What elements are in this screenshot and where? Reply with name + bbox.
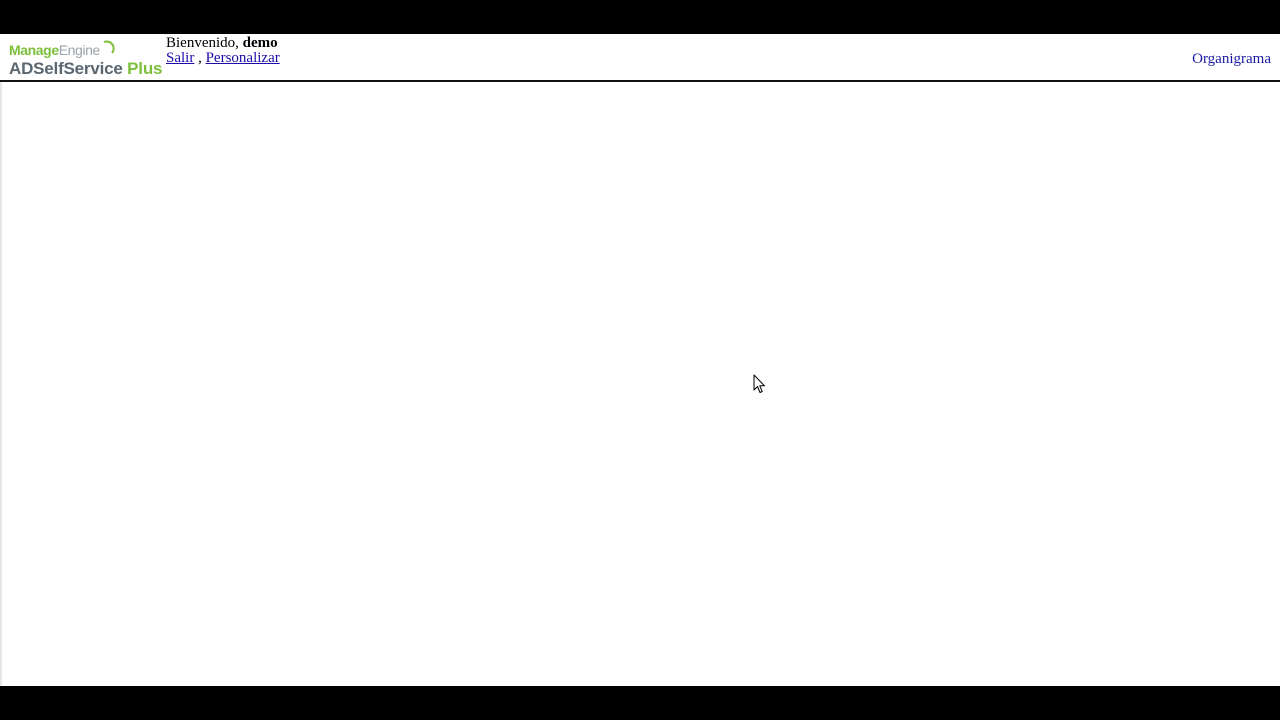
logo-product-text: ADSelfService Plus [9, 59, 162, 79]
logo-brand-text: ManageEngine [9, 42, 100, 58]
page-header: ManageEngine ADSelfService Plus Bienveni… [0, 34, 1280, 82]
logo-brand-part2: Engine [58, 42, 101, 58]
letterbox-bottom [0, 686, 1280, 720]
browser-viewport: ManageEngine ADSelfService Plus Bienveni… [0, 34, 1280, 686]
logo-brand-part1: Manage [9, 42, 59, 58]
logo-product-part2: Plus [127, 59, 163, 78]
mouse-pointer-icon [753, 374, 765, 393]
logo-product-part1: ADSelfService [9, 59, 123, 78]
user-links: Salir , Personalizar [166, 50, 280, 66]
logout-link[interactable]: Salir [166, 50, 194, 66]
welcome-message: Bienvenido, demo [166, 36, 278, 51]
logo-arc-icon [103, 40, 115, 54]
welcome-prefix: Bienvenido, [166, 35, 239, 51]
content-left-edge [0, 82, 2, 686]
letterbox-top [0, 0, 1280, 34]
manageengine-adselfservice-logo[interactable]: ManageEngine ADSelfService Plus [9, 39, 162, 79]
org-chart-link[interactable]: Organigrama [1192, 51, 1271, 68]
username: demo [242, 35, 278, 51]
links-separator: , [198, 50, 202, 66]
personalize-link[interactable]: Personalizar [206, 50, 280, 66]
